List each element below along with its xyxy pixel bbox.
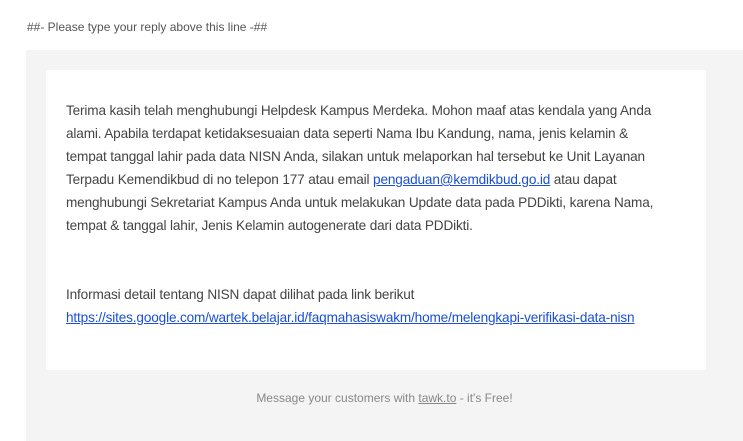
message-line: Terpadu Kemendikbud di no telepon 177 at… xyxy=(66,168,696,191)
nisn-info-link[interactable]: https://sites.google.com/wartek.belajar.… xyxy=(66,306,696,329)
footer-text: Message your customers with xyxy=(256,391,419,405)
footer-text: - it's Free! xyxy=(456,391,513,405)
message-card: Terima kasih telah menghubungi Helpdesk … xyxy=(46,70,706,370)
message-line: menghubungi Sekretariat Kampus Anda untu… xyxy=(66,195,654,210)
message-line: alami. Apabila terdapat ketidaksesuaian … xyxy=(66,126,629,141)
reply-delimiter: ##- Please type your reply above this li… xyxy=(27,20,268,34)
message-text: atau dapat xyxy=(550,172,617,187)
footer: Message your customers with tawk.to - it… xyxy=(26,391,743,405)
message-body: Terima kasih telah menghubungi Helpdesk … xyxy=(66,99,696,329)
nisn-info-text: Informasi detail tentang NISN dapat dili… xyxy=(66,287,415,302)
message-text: Terpadu Kemendikbud di no telepon 177 at… xyxy=(66,172,374,187)
tawkto-link[interactable]: tawk.to xyxy=(418,391,456,405)
email-link[interactable]: pengaduan@kemdikbud.go.id xyxy=(373,172,550,187)
email-body-panel: Terima kasih telah menghubungi Helpdesk … xyxy=(26,50,743,441)
message-line: tempat tanggal lahir pada data NISN Anda… xyxy=(66,149,645,164)
message-line: tempat & tanggal lahir, Jenis Kelamin au… xyxy=(66,218,473,233)
message-line: Terima kasih telah menghubungi Helpdesk … xyxy=(66,103,652,118)
